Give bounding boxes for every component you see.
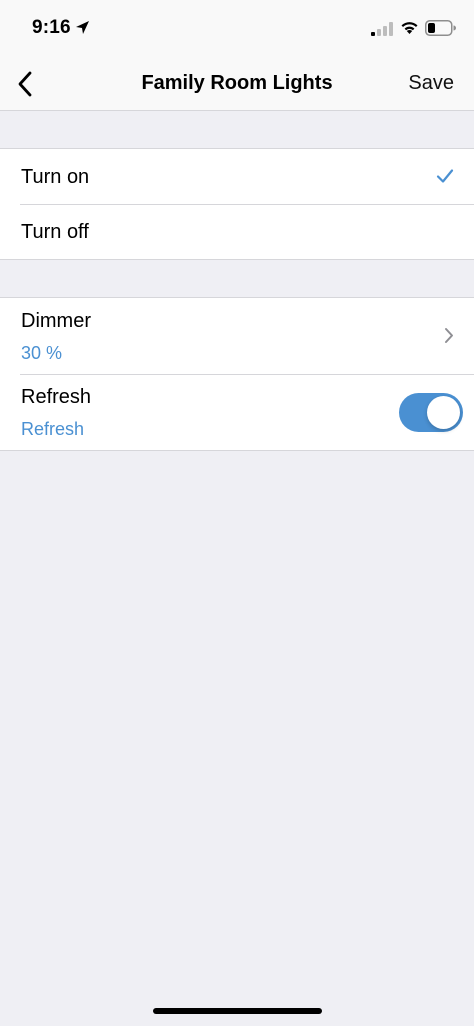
status-time: 9:16: [32, 17, 71, 38]
turn-off-label: Turn off: [21, 221, 89, 243]
battery-icon: [425, 20, 456, 36]
navigation-bar: Family Room Lights Save: [0, 56, 474, 111]
checkmark-icon: [436, 169, 454, 183]
dimmer-row[interactable]: Dimmer 30 %: [0, 298, 474, 374]
cellular-signal-icon: [371, 22, 393, 36]
dimmer-label: Dimmer: [21, 310, 91, 332]
save-button[interactable]: Save: [408, 72, 454, 95]
turn-off-option[interactable]: Turn off: [0, 204, 474, 259]
turn-on-option[interactable]: Turn on: [0, 149, 474, 204]
power-options-group: Turn on Turn off: [0, 148, 474, 260]
refresh-value: Refresh: [21, 419, 85, 439]
page-title: Family Room Lights: [141, 72, 333, 94]
home-indicator[interactable]: [153, 1008, 322, 1014]
settings-group: Dimmer 30 % Refresh Refresh: [0, 297, 474, 451]
refresh-toggle[interactable]: [399, 393, 463, 432]
chevron-right-icon: [445, 328, 453, 343]
wifi-icon: [401, 22, 418, 34]
turn-on-label: Turn on: [21, 166, 90, 188]
refresh-row: Refresh Refresh: [0, 374, 474, 450]
dimmer-value: 30 %: [21, 343, 63, 363]
refresh-label: Refresh: [21, 386, 92, 408]
location-arrow-icon: [76, 21, 89, 34]
toggle-knob: [427, 396, 460, 429]
screen: 9:16 Family Room Lights Save Turn on Tur…: [0, 0, 474, 1026]
status-bar: 9:16: [0, 0, 474, 56]
